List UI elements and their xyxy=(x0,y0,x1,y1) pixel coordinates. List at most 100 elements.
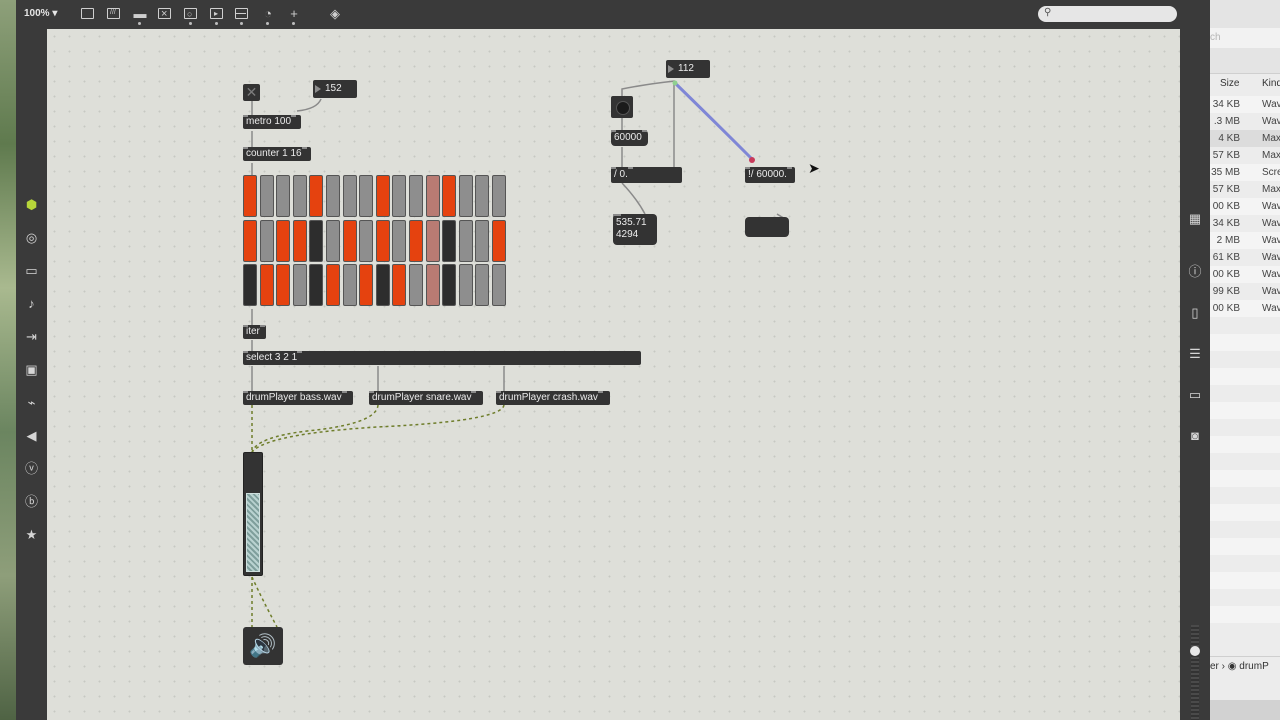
keyboard-icon[interactable]: ▦ xyxy=(1186,210,1204,228)
zoom-menu[interactable]: 100% ▾ xyxy=(24,8,57,19)
step-cell[interactable] xyxy=(425,264,440,306)
step-cell[interactable] xyxy=(409,219,423,262)
step-cell[interactable] xyxy=(276,264,291,306)
step-cell[interactable] xyxy=(442,264,457,306)
search-input[interactable]: ⚲ xyxy=(1038,6,1177,22)
package-icon[interactable]: ⓑ xyxy=(23,493,40,510)
step-cell[interactable] xyxy=(243,264,257,306)
step-cell[interactable] xyxy=(259,264,274,306)
toggle[interactable]: ✕ xyxy=(243,84,260,101)
speaker-icon[interactable]: 🔊 xyxy=(243,627,283,665)
step-cell[interactable] xyxy=(475,264,490,306)
paperclip-icon[interactable]: ⌁ xyxy=(23,394,40,411)
finder-file-row[interactable]: 00 KB Wav xyxy=(1210,300,1280,317)
step-cell[interactable] xyxy=(409,264,423,306)
step-cell[interactable] xyxy=(442,175,457,217)
text-edit-icon[interactable]: /// xyxy=(106,6,122,22)
cube-icon[interactable]: ⬢ xyxy=(23,196,40,213)
finder-file-row[interactable]: 35 MB Scre xyxy=(1210,164,1280,181)
reverse-divide-object[interactable]: !/ 60000. xyxy=(745,167,795,183)
step-cell[interactable] xyxy=(458,175,473,217)
finder-file-row[interactable]: 4 KB Max xyxy=(1210,130,1280,147)
step-cell[interactable] xyxy=(276,219,291,262)
finder-file-row[interactable]: 99 KB Wav xyxy=(1210,283,1280,300)
finder-file-row[interactable]: .3 MB Wav xyxy=(1210,113,1280,130)
step-cell[interactable] xyxy=(375,264,390,306)
step-cell[interactable] xyxy=(392,175,407,217)
step-cell[interactable] xyxy=(326,175,340,217)
target-icon[interactable]: ◎ xyxy=(23,229,40,246)
step-cell[interactable] xyxy=(425,219,440,262)
size-column-header[interactable]: Size xyxy=(1220,78,1239,89)
film-icon[interactable]: ▭ xyxy=(23,262,40,279)
level-meter[interactable] xyxy=(1191,625,1199,720)
info-icon[interactable]: ⓘ xyxy=(1186,263,1204,281)
step-cell[interactable] xyxy=(309,264,324,306)
patch-canvas[interactable]: ✕ 152 metro 100 counter 1 16 iter select… xyxy=(47,29,1180,720)
result-message-box[interactable]: 535.71 4294 xyxy=(613,214,657,245)
step-cell[interactable] xyxy=(342,219,357,262)
drumplayer-snare-object[interactable]: drumPlayer snare.wav xyxy=(369,391,483,405)
list-icon[interactable]: ☰ xyxy=(1186,345,1204,363)
step-cell[interactable] xyxy=(475,175,490,217)
finder-file-row[interactable]: 34 KB Wav xyxy=(1210,215,1280,232)
step-cell[interactable] xyxy=(309,175,324,217)
presentation-icon[interactable] xyxy=(80,6,96,22)
empty-message-box[interactable] xyxy=(745,217,789,237)
step-cell[interactable] xyxy=(492,175,506,217)
step-cell[interactable] xyxy=(309,219,324,262)
step-cell[interactable] xyxy=(326,264,340,306)
step-cell[interactable] xyxy=(276,175,291,217)
step-cell[interactable] xyxy=(259,175,274,217)
book-icon[interactable]: ▭ xyxy=(1186,386,1204,404)
step-cell[interactable] xyxy=(409,175,423,217)
vst-icon[interactable]: ⓥ xyxy=(23,460,40,477)
iter-object[interactable]: iter xyxy=(243,325,266,339)
step-cell[interactable] xyxy=(359,175,374,217)
divide-object[interactable]: / 0. xyxy=(611,167,682,183)
step-cell[interactable] xyxy=(392,219,407,262)
add-icon[interactable]: + xyxy=(286,6,302,25)
comment-icon[interactable]: ▬ xyxy=(132,6,148,25)
level-knob[interactable] xyxy=(1190,646,1200,656)
finder-file-row[interactable]: 00 KB Wav xyxy=(1210,198,1280,215)
step-cell[interactable] xyxy=(458,219,473,262)
bpm-number-box[interactable]: 112 xyxy=(666,60,710,78)
select-object[interactable]: select 3 2 1 xyxy=(243,351,641,365)
step-cell[interactable] xyxy=(342,264,357,306)
grid-icon[interactable]: ○ xyxy=(183,6,199,25)
debug-icon[interactable]: ◔ xyxy=(260,6,276,25)
io-icon[interactable]: ⇥ xyxy=(23,328,40,345)
finder-file-row[interactable]: 2 MB Wav xyxy=(1210,232,1280,249)
finder-file-row[interactable]: 34 KB Wav xyxy=(1210,96,1280,113)
step-cell[interactable] xyxy=(243,219,257,262)
step-cell[interactable] xyxy=(292,264,307,306)
step-cell[interactable] xyxy=(492,219,506,262)
camera-icon[interactable]: ◙ xyxy=(1186,427,1204,445)
counter-object[interactable]: counter 1 16 xyxy=(243,147,311,161)
step-cell[interactable] xyxy=(475,219,490,262)
step-cell[interactable] xyxy=(425,175,440,217)
step-icon[interactable]: ▸ xyxy=(209,6,225,25)
step-cell[interactable] xyxy=(392,264,407,306)
tempo-number-box[interactable]: 152 xyxy=(313,80,357,98)
step-cell[interactable] xyxy=(243,175,257,217)
reference-icon[interactable]: ▯ xyxy=(1186,304,1204,322)
ms-message-box[interactable]: 60000 xyxy=(611,130,648,146)
finder-file-row[interactable]: 57 KB Max xyxy=(1210,147,1280,164)
finder-search-field[interactable]: ch xyxy=(1210,28,1280,48)
star-icon[interactable]: ★ xyxy=(23,526,40,543)
step-cell[interactable] xyxy=(375,175,390,217)
finder-file-row[interactable]: 00 KB Wav xyxy=(1210,266,1280,283)
step-sequencer-grid[interactable] xyxy=(243,175,510,308)
step-cell[interactable] xyxy=(458,264,473,306)
metro-object[interactable]: metro 100 xyxy=(243,115,301,129)
step-cell[interactable] xyxy=(442,219,457,262)
step-cell[interactable] xyxy=(259,219,274,262)
step-cell[interactable] xyxy=(292,175,307,217)
paint-icon[interactable]: ◈ xyxy=(327,6,343,22)
drumplayer-crash-object[interactable]: drumPlayer crash.wav xyxy=(496,391,610,405)
finder-file-row[interactable]: 61 KB Wav xyxy=(1210,249,1280,266)
gain-slider[interactable] xyxy=(243,452,263,576)
step-cell[interactable] xyxy=(342,175,357,217)
